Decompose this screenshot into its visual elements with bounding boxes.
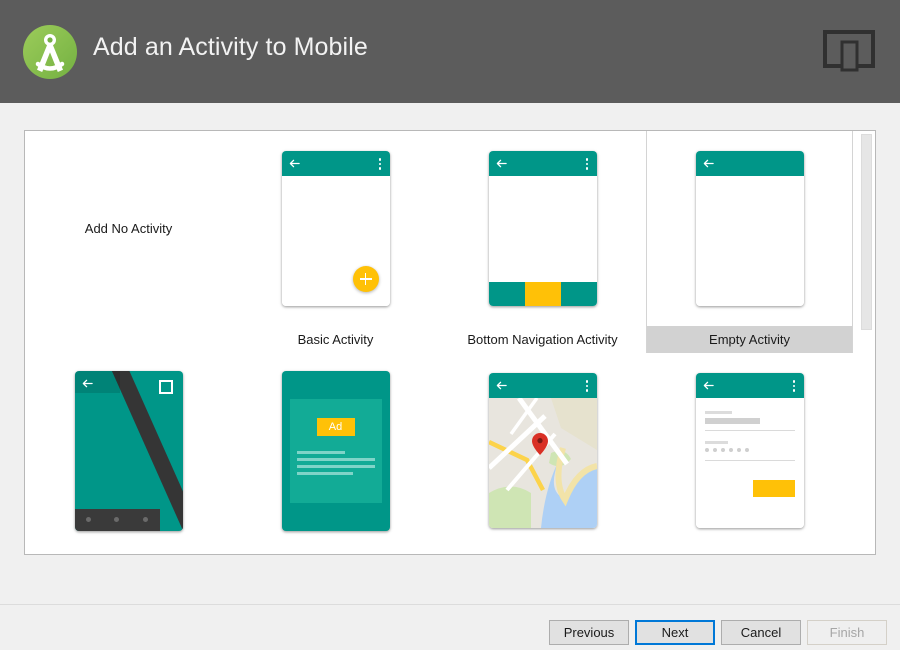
android-studio-logo-icon [20, 22, 80, 82]
next-button[interactable]: Next [635, 620, 715, 645]
app-bar [281, 151, 390, 176]
activity-google-admob-ads[interactable]: Ad [232, 353, 439, 554]
dialog-header: Add an Activity to Mobile [0, 0, 900, 103]
activity-google-maps[interactable] [439, 353, 646, 554]
activity-grid-row: Ad [25, 353, 855, 554]
phone-mock [281, 151, 390, 306]
overflow-menu-icon [585, 158, 589, 170]
activity-thumbnail-maps [439, 353, 646, 548]
activity-thumbnail-bottom-navigation [439, 131, 646, 326]
activity-label [25, 326, 232, 353]
placeholder-text-lines [296, 450, 375, 479]
app-bar [488, 373, 597, 398]
map-graphic [488, 398, 597, 528]
back-arrow-icon [496, 381, 507, 390]
back-arrow-icon [496, 159, 507, 168]
activity-label [232, 548, 439, 554]
activity-label: Basic Activity [297, 332, 374, 347]
map-canvas [488, 398, 597, 528]
ad-card: Ad [289, 398, 382, 503]
mobile-device-icon [823, 26, 875, 74]
sign-in-button-mock [752, 480, 795, 497]
activity-grid-row: Add No Activity Basic Activity Bottom Na… [25, 131, 855, 353]
previous-button[interactable]: Previous [549, 620, 629, 645]
back-arrow-icon [703, 159, 714, 168]
gallery-scrollbar[interactable] [859, 132, 874, 554]
back-arrow-icon [82, 379, 93, 387]
phone-mock [74, 370, 183, 531]
email-field-mock [704, 410, 795, 431]
overflow-menu-icon [792, 380, 796, 392]
overflow-menu-icon [378, 158, 382, 170]
activity-label [25, 548, 232, 554]
phone-mock [488, 373, 597, 528]
activity-bottom-navigation[interactable]: Bottom Navigation Activity [439, 131, 646, 353]
activity-gallery-panel[interactable]: Add No Activity Basic Activity Bottom Na… [24, 130, 876, 555]
gallery-scrollbar-thumb[interactable] [861, 134, 872, 330]
phone-mock: Ad [281, 370, 390, 531]
cancel-button[interactable]: Cancel [721, 620, 801, 645]
activity-label [646, 548, 853, 554]
activity-grid: Add No Activity Basic Activity Bottom Na… [25, 131, 855, 554]
activity-thumbnail-login [646, 353, 853, 548]
activity-label: Bottom Navigation Activity [467, 332, 618, 347]
system-navigation-bar [74, 508, 160, 531]
back-arrow-icon [289, 159, 300, 168]
activity-add-no-activity[interactable]: Add No Activity [25, 131, 232, 353]
fullscreen-expand-icon [158, 379, 173, 394]
activity-login[interactable] [646, 353, 853, 554]
activity-basic[interactable]: Basic Activity [232, 131, 439, 353]
phone-content-area [488, 176, 597, 306]
floating-action-button-icon [352, 266, 379, 292]
activity-label [439, 548, 646, 554]
finish-button: Finish [807, 620, 887, 645]
diagonal-stripe [102, 370, 183, 531]
phone-content-area [695, 176, 804, 306]
activity-thumbnail-empty [647, 131, 852, 326]
phone-mock [695, 373, 804, 528]
ad-badge: Ad [316, 417, 355, 436]
password-dots-icon [704, 448, 753, 452]
activity-fullscreen[interactable] [25, 353, 232, 554]
phone-content-area [695, 398, 804, 528]
app-bar [695, 151, 804, 176]
map-location-pin-icon [531, 433, 548, 455]
app-bar [488, 151, 597, 176]
app-bar [695, 373, 804, 398]
phone-mock [695, 151, 804, 306]
overflow-menu-icon [585, 380, 589, 392]
phone-mock [488, 151, 597, 306]
phone-content-area [281, 176, 390, 306]
activity-label: Empty Activity [647, 326, 852, 353]
activity-empty[interactable]: Empty Activity [646, 131, 853, 353]
back-arrow-icon [703, 381, 714, 390]
bottom-navigation-bar [488, 282, 597, 306]
activity-add-no-activity-label: Add No Activity [84, 221, 173, 236]
activity-thumbnail-admob: Ad [232, 353, 439, 548]
password-field-mock [704, 440, 795, 461]
page-title: Add an Activity to Mobile [93, 33, 368, 61]
activity-thumbnail-basic [232, 131, 439, 326]
activity-thumbnail-fullscreen [25, 353, 232, 548]
activity-thumbnail-none: Add No Activity [25, 131, 232, 326]
dialog-footer: Previous Next Cancel Finish [0, 604, 900, 650]
